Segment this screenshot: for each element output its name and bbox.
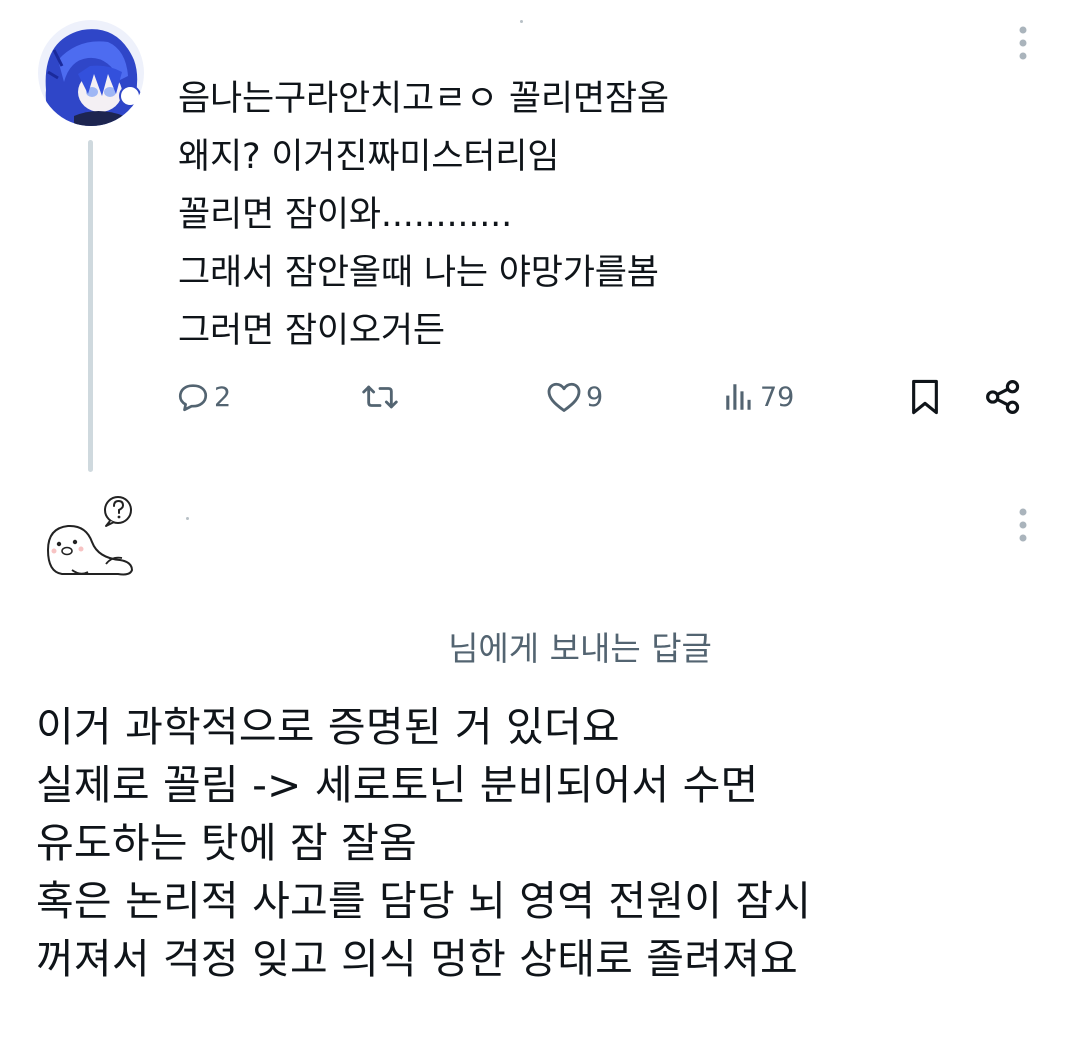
tweet-body: 음나는구라안치고ㄹㅇ 꼴리면잠옴 왜지? 이거진짜미스터리임 꼴리면 잠이와..… [178, 70, 669, 360]
bar-chart-icon [726, 384, 751, 410]
question-bubble-icon [104, 496, 132, 527]
replying-to-label: 님에게 보내는 답글 [448, 629, 712, 668]
speech-bubble-icon [178, 384, 208, 412]
views-button[interactable]: 79 [722, 372, 794, 422]
reply-count: 2 [214, 381, 232, 413]
tweet-line: 그래서 잠안올때 나는 야망가를봄 [178, 253, 659, 293]
share-button[interactable] [984, 372, 1022, 422]
like-button[interactable]: 9 [546, 372, 603, 422]
reply-body: 이거 과학적으로 증명된 거 있더요 실제로 꼴림 -> 세로토닌 분비되어서 … [36, 698, 811, 988]
bookmark-button[interactable] [908, 372, 942, 422]
view-count: 79 [760, 381, 795, 413]
share-icon [986, 380, 1020, 414]
reply-line: 혹은 논리적 사고를 담당 뇌 영역 전원이 잠시 [36, 877, 812, 925]
vertical-dots-icon [1019, 26, 1027, 60]
more-options-button[interactable] [1008, 18, 1038, 68]
reply-line: 이거 과학적으로 증명된 거 있더요 [36, 703, 620, 751]
like-count: 9 [586, 381, 604, 413]
retweet-icon [362, 385, 398, 409]
reply-button[interactable]: 2 [176, 372, 231, 422]
avatar[interactable] [42, 488, 142, 588]
tweet-line: 음나는구라안치고ㄹㅇ 꼴리면잠옴 [178, 79, 669, 119]
retweet-button[interactable] [360, 372, 400, 422]
tweet-line: 그러면 잠이오거든 [178, 311, 445, 351]
heart-icon [547, 382, 581, 412]
avatar[interactable] [38, 20, 144, 126]
reply-line: 꺼져서 걱정 잊고 의식 멍한 상태로 졸려져요 [36, 935, 798, 983]
reply-line: 실제로 꼴림 -> 세로토닌 분비되어서 수면 [36, 761, 759, 809]
more-options-button[interactable] [1008, 500, 1038, 550]
thread-connector-line [88, 140, 93, 472]
reply-line: 유도하는 탓에 잠 잘옴 [36, 819, 417, 867]
bookmark-icon [912, 379, 938, 415]
tweet-line: 꼴리면 잠이와............ [178, 195, 513, 235]
tweet-action-bar: 2 9 79 [0, 372, 1080, 422]
vertical-dots-icon [1019, 508, 1027, 542]
tweet-line: 왜지? 이거진짜미스터리임 [178, 137, 560, 177]
